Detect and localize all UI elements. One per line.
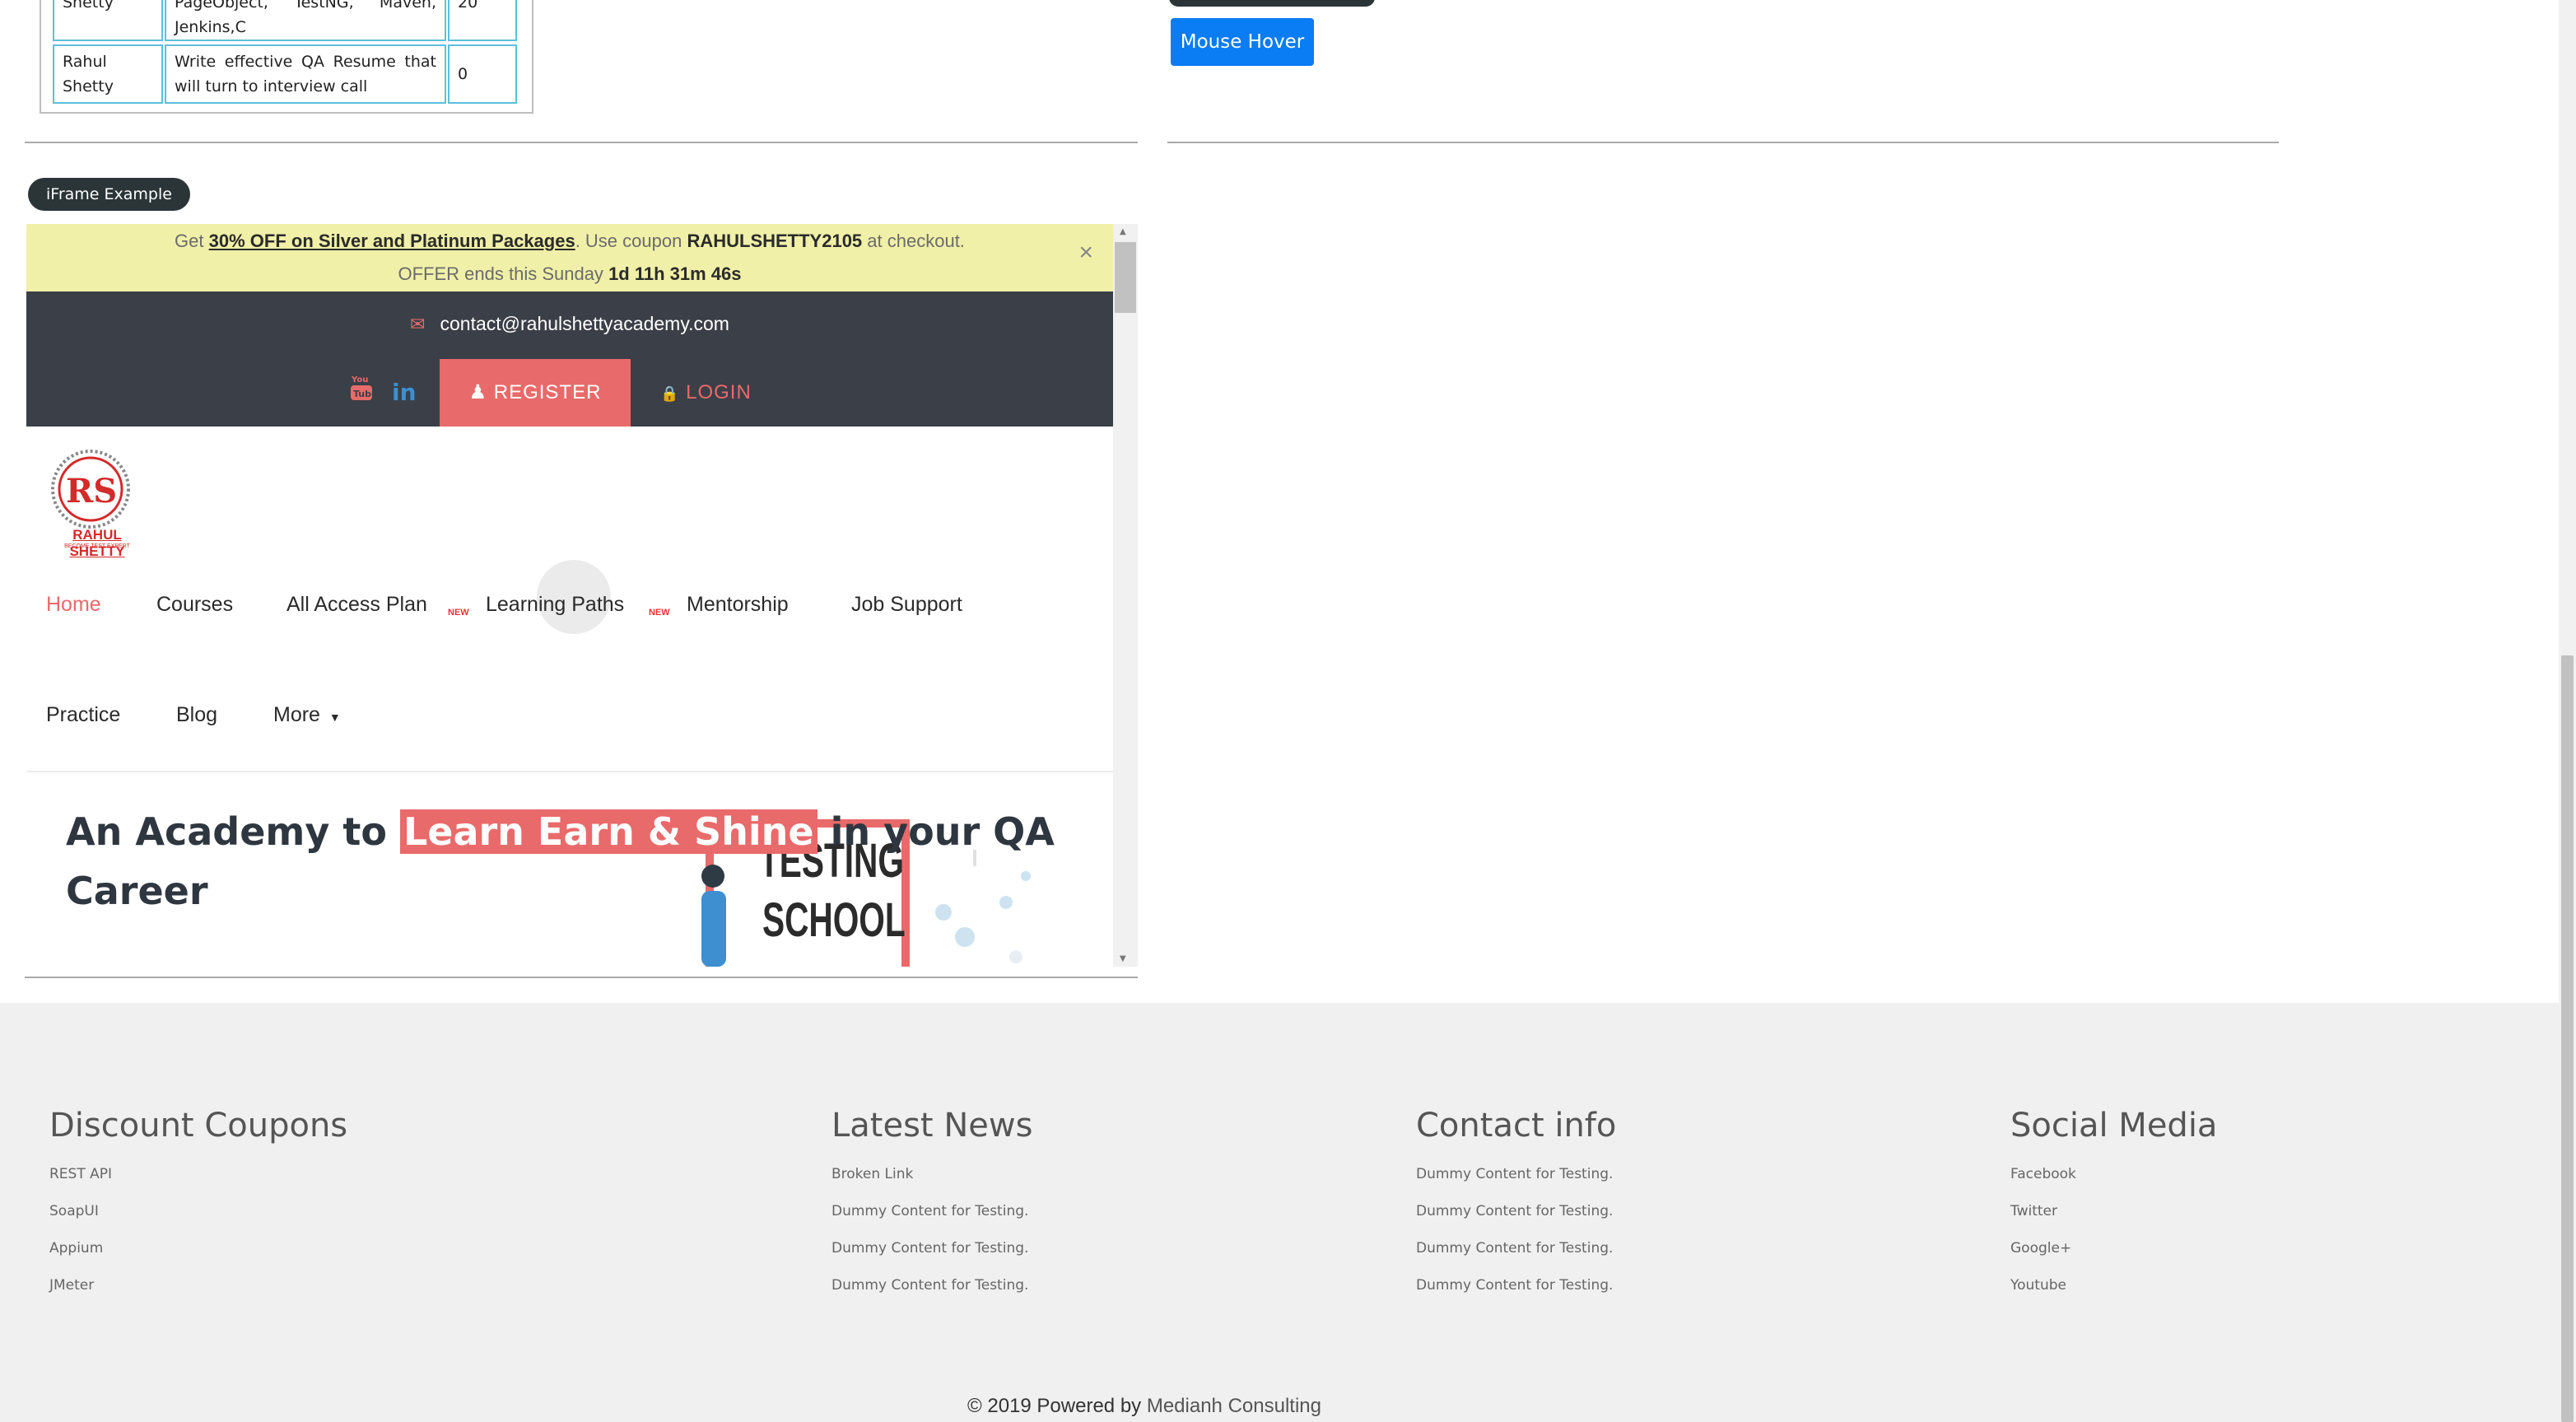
envelope-icon: ✉	[410, 314, 426, 334]
nav-more[interactable]: More ▼	[273, 703, 341, 727]
course-table: Shetty PageObject, TestNG, Maven, Jenkin…	[40, 0, 533, 114]
offer-line-1: Get 30% OFF on Silver and Platinum Packa…	[26, 229, 1113, 254]
top-contact-bar: ✉ contact@rahulshettyacademy.com You Tube…	[26, 291, 1113, 427]
footer-link[interactable]: Dummy Content for Testing.	[831, 1203, 1028, 1219]
youtube-icon[interactable]: You Tube	[349, 374, 377, 408]
nav-blog[interactable]: Blog	[176, 703, 217, 727]
coupon-code: RAHULSHETTY2105	[687, 231, 863, 251]
copyright-text: © 2019 Powered by	[967, 1395, 1142, 1417]
new-badge: NEW	[649, 608, 670, 618]
copyright-brand-link[interactable]: Medianh Consulting	[1147, 1395, 1321, 1417]
footer-link[interactable]: REST API	[49, 1166, 112, 1182]
footer-link[interactable]: Dummy Content for Testing.	[1416, 1166, 1613, 1182]
hero-highlight: Learn Earn & Shine	[399, 809, 818, 854]
chevron-down-icon: ▼	[328, 711, 341, 724]
footer-link[interactable]: SoapUI	[49, 1203, 99, 1219]
iframe-scrollbar-thumb[interactable]	[1115, 242, 1136, 313]
login-button[interactable]: 🔒 LOGIN	[660, 359, 752, 427]
lock-icon: 🔒	[660, 385, 680, 402]
table-cell-instructor: Rahul Shetty	[53, 44, 163, 104]
logo-tagline: BECOME TEST EXPERT	[64, 543, 130, 549]
offer-text: . Use coupon	[575, 231, 682, 251]
nav-mentorship[interactable]: Mentorship	[687, 593, 789, 617]
iframe-content: Get 30% OFF on Silver and Platinum Packa…	[26, 224, 1113, 967]
section-divider	[25, 977, 1138, 978]
nav-home[interactable]: Home	[46, 593, 101, 617]
courses-iframe[interactable]: Get 30% OFF on Silver and Platinum Packa…	[26, 224, 1138, 967]
header-divider	[26, 771, 1113, 772]
table-cell-instructor: Shetty	[53, 0, 163, 41]
offer-banner: Get 30% OFF on Silver and Platinum Packa…	[26, 224, 1113, 291]
register-label: REGISTER	[493, 381, 602, 403]
footer-link-twitter[interactable]: Twitter	[2010, 1203, 2057, 1219]
hero-headline: An Academy to Learn Earn & Shine in your…	[66, 802, 1113, 921]
iframe-scrollbar[interactable]: ▲ ▼	[1113, 224, 1138, 967]
top-button-fragment[interactable]	[1169, 0, 1375, 7]
iframe-section-title: iFrame Example	[28, 178, 190, 211]
scroll-down-arrow-icon[interactable]: ▼	[1120, 954, 1126, 963]
copyright: © 2019 Powered by Medianh Consulting	[0, 1395, 2289, 1418]
linkedin-icon[interactable]: in	[392, 379, 417, 406]
footer: Discount Coupons REST API SoapUI Appium …	[0, 1003, 2559, 1422]
offer-line-2: OFFER ends this Sunday 1d 11h 31m 46s	[26, 262, 1113, 287]
footer-title-latest-news: Latest News	[831, 1107, 1033, 1145]
footer-link[interactable]: Dummy Content for Testing.	[1416, 1277, 1613, 1294]
close-icon[interactable]: ×	[1078, 240, 1093, 265]
table-cell-price: 20	[448, 0, 517, 41]
offer-text: Get	[175, 231, 204, 251]
footer-link[interactable]: Dummy Content for Testing.	[1416, 1240, 1613, 1256]
login-label: LOGIN	[686, 381, 752, 403]
hero-text: An Academy to	[66, 809, 387, 854]
scroll-up-arrow-icon[interactable]: ▲	[1120, 227, 1126, 236]
footer-link-facebook[interactable]: Facebook	[2010, 1166, 2076, 1182]
new-badge: NEW	[448, 608, 469, 618]
footer-title-social-media: Social Media	[2010, 1107, 2218, 1145]
table-cell-price: 0	[448, 44, 517, 104]
svg-text:RS: RS	[66, 472, 117, 511]
section-divider	[25, 142, 1138, 143]
contact-email-link[interactable]: ✉ contact@rahulshettyacademy.com	[26, 310, 1113, 338]
nav-all-access-plan[interactable]: All Access Plan	[286, 593, 427, 617]
footer-link[interactable]: JMeter	[49, 1277, 94, 1294]
footer-link[interactable]: Dummy Content for Testing.	[1416, 1203, 1613, 1219]
table-cell-course: Write effective QA Resume that will turn…	[165, 44, 446, 104]
mouse-hover-button[interactable]: Mouse Hover	[1171, 18, 1314, 66]
footer-title-contact-info: Contact info	[1416, 1107, 1617, 1145]
hero-text: Career	[66, 869, 208, 913]
nav-more-label: More	[273, 703, 320, 726]
footer-link[interactable]: Dummy Content for Testing.	[831, 1240, 1028, 1256]
nav-practice[interactable]: Practice	[46, 703, 120, 727]
contact-email: contact@rahulshettyacademy.com	[440, 313, 729, 334]
hero-text: in your QA	[830, 809, 1055, 854]
site-logo[interactable]: RS RAHUL SHETTY BECOME TEST EXPERT	[44, 448, 151, 559]
page-scrollbar-thumb[interactable]	[2561, 655, 2574, 1422]
footer-link-google-plus[interactable]: Google+	[2010, 1240, 2071, 1256]
offer-ends-text: OFFER ends this Sunday	[398, 263, 603, 284]
offer-countdown: 1d 11h 31m 46s	[608, 263, 742, 284]
svg-text:Tube: Tube	[353, 389, 374, 399]
offer-text: at checkout.	[867, 231, 965, 251]
section-divider	[1167, 142, 2279, 143]
footer-link-youtube[interactable]: Youtube	[2010, 1277, 2066, 1294]
nav-learning-paths[interactable]: Learning Paths	[486, 593, 624, 617]
footer-title-discount-coupons: Discount Coupons	[49, 1107, 348, 1145]
footer-link[interactable]: Broken Link	[831, 1166, 913, 1182]
user-icon: ♟	[468, 381, 488, 403]
register-button[interactable]: ♟ REGISTER	[440, 359, 631, 427]
offer-discount-link[interactable]: 30% OFF on Silver and Platinum Packages	[209, 231, 575, 251]
nav-job-support[interactable]: Job Support	[851, 593, 962, 617]
svg-text:You: You	[351, 375, 368, 385]
nav-courses[interactable]: Courses	[156, 593, 233, 617]
footer-link[interactable]: Dummy Content for Testing.	[831, 1277, 1028, 1294]
footer-link[interactable]: Appium	[49, 1240, 103, 1256]
table-cell-course: PageObject, TestNG, Maven, Jenkins,C	[165, 0, 446, 41]
